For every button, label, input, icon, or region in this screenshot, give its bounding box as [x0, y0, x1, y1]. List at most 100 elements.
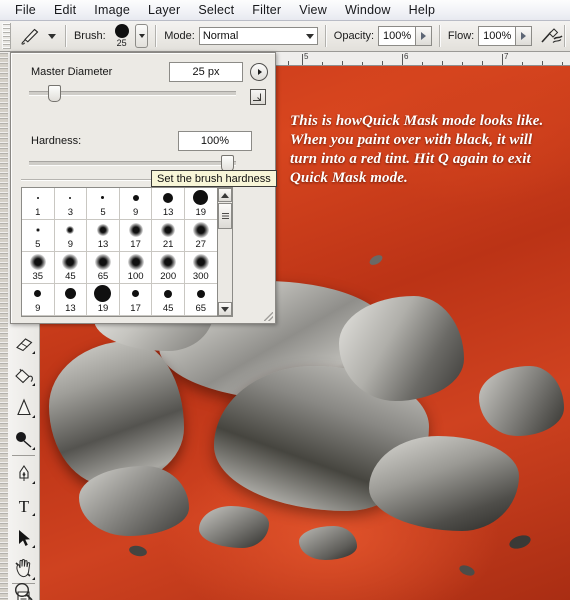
scroll-up-arrow-icon[interactable] — [218, 188, 232, 202]
brush-preset-cell[interactable]: 1 — [22, 188, 55, 220]
scroll-down-arrow-icon[interactable] — [218, 302, 232, 316]
brush-preset-cell[interactable]: 35 — [22, 252, 55, 284]
brush-preset-thumb — [185, 188, 217, 207]
brush-preset-cell[interactable]: 13 — [87, 220, 120, 252]
brush-preset-size: 200 — [160, 271, 177, 282]
tool-blur[interactable] — [11, 428, 36, 451]
hardness-value-field[interactable]: 100% — [178, 131, 252, 151]
brush-preset-thumb — [22, 284, 54, 303]
brush-preset-thumb — [152, 284, 184, 303]
tool-eraser[interactable] — [11, 332, 36, 355]
panel-menu-arrow-icon[interactable] — [250, 63, 268, 81]
menu-item-edit[interactable]: Edit — [45, 1, 85, 19]
options-bar-drag-grip[interactable] — [2, 23, 12, 49]
brush-preview-dot — [114, 24, 129, 38]
tool-pen[interactable] — [11, 462, 36, 485]
menu-item-view[interactable]: View — [290, 1, 336, 19]
brush-preset-thumb — [55, 220, 87, 239]
brush-preset-cell[interactable]: 65 — [185, 284, 218, 316]
hardness-value: 100% — [200, 135, 230, 147]
brush-preset-thumb — [152, 188, 184, 207]
brush-preset-cell[interactable]: 45 — [54, 252, 88, 284]
menu-item-select[interactable]: Select — [189, 1, 243, 19]
brush-size-value: 25 — [116, 38, 127, 48]
blend-mode-value: Normal — [202, 30, 239, 42]
canvas-annotation-text: This is howQuick Mask mode looks like. W… — [290, 113, 544, 186]
menu-item-help[interactable]: Help — [400, 1, 445, 19]
brush-preview[interactable]: 25 — [110, 22, 134, 50]
scrollbar-grip-lines — [221, 212, 229, 220]
brush-preset-cell[interactable]: 13 — [54, 284, 88, 316]
brush-tool-icon — [17, 25, 43, 47]
brush-preset-cell[interactable]: 300 — [185, 252, 218, 284]
airbrush-icon[interactable] — [540, 25, 564, 47]
brush-preset-grid[interactable]: 1 3 5 9 13 19 5 9 13 17 21 27 35 45 65 100 200 300 9 13 19 17… — [21, 187, 233, 317]
brush-preset-cell[interactable]: 100 — [119, 252, 153, 284]
brush-preset-thumb — [87, 252, 119, 271]
menu-item-filter[interactable]: Filter — [243, 1, 290, 19]
brush-preset-cell[interactable]: 27 — [185, 220, 218, 252]
brush-preset-cell[interactable]: 17 — [119, 284, 153, 316]
brush-preset-size: 17 — [130, 239, 141, 250]
flow-slider-button[interactable] — [515, 27, 532, 45]
brush-preset-cell[interactable]: 17 — [119, 220, 153, 252]
brush-preset-cell[interactable]: 9 — [119, 188, 153, 220]
new-brush-preset-icon[interactable] — [250, 89, 266, 105]
hardness-row: Hardness: — [31, 135, 81, 147]
tool-paint-bucket[interactable] — [11, 364, 36, 387]
menu-item-file[interactable]: File — [6, 1, 45, 19]
brush-preset-size: 9 — [132, 207, 139, 218]
brush-preset-cell[interactable]: 13 — [152, 188, 185, 220]
brush-preset-cell[interactable]: 5 — [22, 220, 55, 252]
brush-preset-size: 5 — [100, 207, 106, 218]
brush-preset-cell[interactable]: 200 — [152, 252, 185, 284]
current-tool-selector[interactable] — [15, 25, 58, 47]
brush-preset-size: 65 — [195, 303, 207, 314]
brush-preset-cell[interactable]: 19 — [87, 284, 120, 316]
tool-zoom[interactable] — [11, 580, 36, 600]
brush-preset-size: 19 — [195, 207, 207, 218]
brush-preset-cell[interactable]: 3 — [54, 188, 88, 220]
panel-resize-grip[interactable] — [264, 312, 273, 321]
opacity-field[interactable]: 100% — [378, 26, 433, 46]
menu-item-image[interactable]: Image — [85, 1, 139, 19]
flow-field[interactable]: 100% — [478, 26, 533, 46]
photo-debris-far-right — [479, 366, 564, 436]
tool-gradient[interactable] — [11, 396, 36, 419]
brush-preset-size: 19 — [97, 303, 109, 314]
brush-preset-cell[interactable]: 9 — [54, 220, 88, 252]
brush-preset-panel[interactable]: Master Diameter 25 px Hardness: 100% 1 3… — [10, 52, 276, 324]
brush-preset-thumb — [22, 252, 54, 271]
opacity-value: 100% — [383, 30, 412, 42]
brush-preset-cell[interactable]: 19 — [185, 188, 218, 220]
blend-mode-select[interactable]: Normal — [198, 27, 318, 45]
brush-preset-thumb — [152, 220, 184, 239]
flow-label: Flow: — [447, 30, 475, 42]
brush-grid-scrollbar[interactable] — [217, 188, 232, 316]
master-diameter-value-field[interactable]: 25 px — [169, 62, 243, 82]
tool-path-selection[interactable] — [11, 526, 36, 549]
opacity-slider-button[interactable] — [415, 27, 432, 45]
blur-tool-corner-triangle-icon — [32, 447, 35, 450]
tool-preset-chevron-down-icon[interactable] — [48, 33, 57, 39]
brush-preset-cell[interactable]: 5 — [87, 188, 120, 220]
brush-preset-cells: 1 3 5 9 13 19 5 9 13 17 21 27 35 45 65 100 200 300 9 13 19 17… — [22, 188, 218, 316]
brush-preset-cell[interactable]: 65 — [87, 252, 120, 284]
brush-picker-button[interactable] — [134, 24, 149, 48]
master-diameter-slider-thumb[interactable] — [48, 85, 61, 102]
brush-preset-size: 27 — [195, 239, 207, 250]
toolbar-divider-1 — [12, 455, 35, 456]
brush-label: Brush: — [73, 30, 106, 42]
brush-preset-cell[interactable]: 45 — [152, 284, 185, 316]
brush-preset-size: 17 — [130, 303, 141, 314]
menu-item-window[interactable]: Window — [336, 1, 400, 19]
brush-preset-cell[interactable]: 9 — [22, 284, 55, 316]
tool-type[interactable]: T — [11, 494, 36, 517]
menu-item-layer[interactable]: Layer — [139, 1, 189, 19]
tool-hand[interactable] — [11, 556, 36, 579]
hardness-slider-track[interactable] — [29, 161, 236, 166]
brush-preset-size: 35 — [32, 271, 44, 282]
scrollbar-thumb[interactable] — [218, 203, 232, 229]
brush-preset-cell[interactable]: 21 — [152, 220, 185, 252]
type-tool-corner-triangle-icon — [32, 513, 35, 516]
